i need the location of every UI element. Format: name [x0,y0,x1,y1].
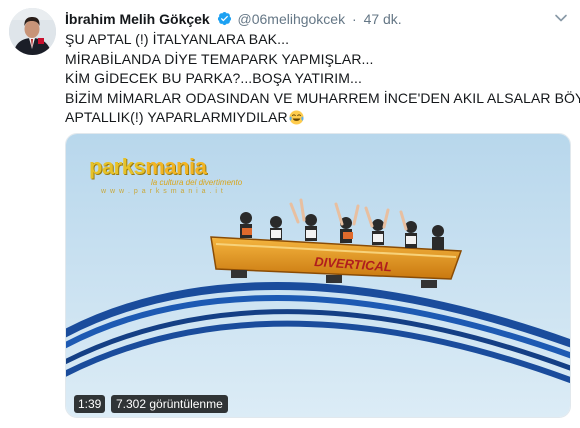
video-player[interactable]: DIVERTICAL parksmania la cultura del div… [65,133,571,418]
tweet-text: ŞU APTAL (!) İTALYANLARA BAK... MİRABİLA… [65,30,580,128]
logo-text-mania: mania [145,154,207,179]
author-name[interactable]: İbrahim Melih Gökçek [65,11,210,27]
tweet-text-line: BİZİM MİMARLAR ODASINDAN VE MUHARREM İNC… [65,89,580,106]
tweet-header: İbrahim Melih Gökçek @06melihgokcek · 47… [65,9,565,29]
author-handle[interactable]: @06melihgokcek [238,11,346,27]
logo-url: w w w . p a r k s m a n i a . i t [101,188,224,195]
chevron-down-icon[interactable] [554,11,568,25]
tweet-text-line: MİRABİLANDA DİYE TEMAPARK YAPMIŞLAR... [65,50,374,67]
face-with-tears-of-joy-icon [289,110,304,125]
separator-dot: · [352,11,357,27]
tweet-text-line-with-emoji: APTALLIK(!) YAPARLARMIYDILAR [65,108,570,128]
video-duration: 1:39 [74,395,106,413]
tweet-text-line: ŞU APTAL (!) İTALYANLARA BAK... [65,31,290,47]
tweet-text-line: APTALLIK(!) YAPARLARMIYDILAR [65,109,288,125]
logo-tagline: la cultura del divertimento [151,178,243,187]
parksmania-logo: parksmania la cultura del divertimento w… [89,156,242,196]
tweet-text-line: KİM GİDECEK BU PARKA?...BOŞA YATIRIM... [65,70,362,86]
avatar[interactable] [9,8,56,55]
logo-text-parks: parks [89,154,146,179]
verified-badge-icon [217,11,232,26]
video-view-count: 7.302 görüntülenme [111,395,228,413]
timestamp[interactable]: 47 dk. [364,11,402,27]
tweet[interactable]: İbrahim Melih Gökçek @06melihgokcek · 47… [0,0,580,428]
